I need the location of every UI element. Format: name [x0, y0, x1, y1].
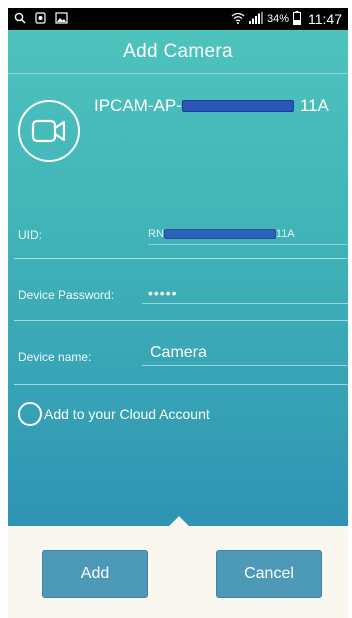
add-camera-screen: Add Camera IPCAM-AP- 11A UID: RN 11A Dev… — [8, 30, 352, 526]
uid-field: UID: RN 11A — [18, 228, 352, 245]
cloud-radio-button[interactable] — [18, 402, 42, 426]
camera-header: IPCAM-AP- 11A — [18, 96, 329, 162]
battery-percent: 34% — [266, 13, 289, 25]
password-label: Device Password: — [18, 288, 115, 302]
image-icon — [55, 11, 68, 27]
camera-name: IPCAM-AP- 11A — [94, 96, 329, 116]
cancel-button[interactable]: Cancel — [216, 550, 322, 598]
camera-name-prefix: IPCAM-AP- — [94, 96, 182, 115]
video-camera-icon — [18, 100, 80, 162]
divider — [14, 320, 348, 321]
uid-value-suffix: 11A — [275, 228, 295, 240]
add-button[interactable]: Add — [42, 550, 148, 598]
clock: 11:47 — [308, 11, 342, 27]
password-field: Device Password: ••••• — [18, 285, 352, 304]
cloud-account-label: Add to your Cloud Account — [44, 406, 210, 422]
phone-screen: 34% 11:47 Add Camera IPCAM-AP- 11A UID: … — [8, 8, 352, 618]
device-name-label: Device name: — [18, 350, 92, 364]
divider — [14, 384, 348, 385]
search-icon — [14, 12, 26, 27]
wifi-icon — [231, 12, 245, 27]
password-input[interactable]: ••••• — [142, 282, 352, 304]
divider — [14, 258, 348, 259]
uid-value: RN 11A — [148, 228, 352, 245]
page-title: Add Camera — [123, 40, 233, 62]
battery-icon — [293, 10, 301, 28]
signal-icon — [248, 11, 263, 27]
redacted-block — [163, 229, 276, 239]
uid-value-prefix: RN — [148, 228, 164, 240]
cloud-account-option[interactable]: Add to your Cloud Account — [18, 402, 210, 426]
shield-icon — [35, 11, 46, 27]
redacted-block — [181, 100, 294, 112]
camera-name-suffix: 11A — [299, 96, 329, 115]
device-name-field: Device name: Camera — [18, 344, 352, 366]
title-bar: Add Camera — [8, 30, 348, 74]
device-name-input[interactable]: Camera — [142, 340, 352, 366]
status-bar: 34% 11:47 — [8, 8, 348, 30]
uid-label: UID: — [18, 228, 42, 242]
